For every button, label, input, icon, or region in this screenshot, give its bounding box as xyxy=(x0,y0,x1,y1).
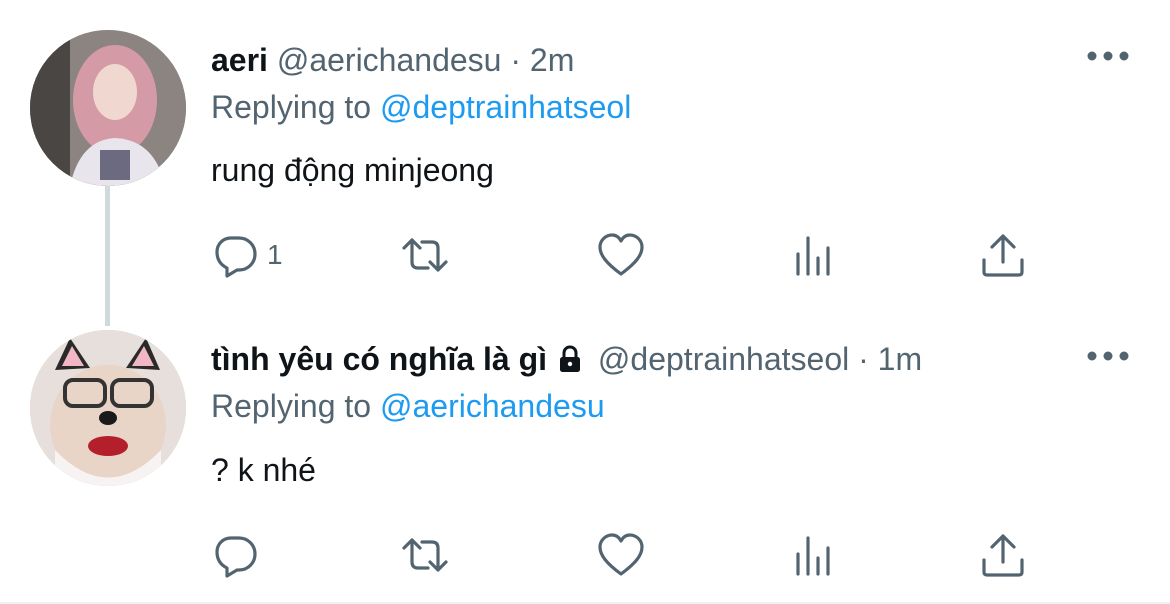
reply-button[interactable] xyxy=(211,530,267,580)
share-icon xyxy=(982,534,1024,577)
tweet-actions xyxy=(211,530,1051,580)
tweet-header: tình yêu có nghĩa là gì @deptrainhatseol… xyxy=(211,339,922,379)
views-button[interactable] xyxy=(788,530,838,580)
avatar[interactable] xyxy=(30,30,186,186)
retweet-button[interactable] xyxy=(400,530,450,580)
share-button[interactable] xyxy=(978,530,1028,580)
replying-to-label: Replying to xyxy=(211,89,372,125)
tweet-header: aeri @aerichandesu · 2m xyxy=(211,40,574,80)
mention-link[interactable]: @aerichandesu xyxy=(380,388,605,424)
separator-dot: · xyxy=(510,42,521,78)
separator-dot: · xyxy=(858,341,869,377)
like-button[interactable] xyxy=(596,230,646,280)
user-handle[interactable]: @deptrainhatseol xyxy=(598,341,849,377)
replying-to-line: Replying to @aerichandesu xyxy=(211,386,605,426)
reply-icon xyxy=(215,236,257,278)
timestamp[interactable]: 2m xyxy=(530,42,574,78)
views-icon xyxy=(796,536,830,576)
display-name[interactable]: aeri xyxy=(211,42,268,78)
reply-icon xyxy=(215,536,257,578)
tweet-actions: 1 xyxy=(211,230,1051,280)
user-handle[interactable]: @aerichandesu xyxy=(277,42,502,78)
avatar[interactable] xyxy=(30,330,186,486)
views-button[interactable] xyxy=(788,230,838,280)
reply-count: 1 xyxy=(267,239,283,270)
display-name[interactable]: tình yêu có nghĩa là gì xyxy=(211,341,547,377)
avatar-photo-icon xyxy=(30,30,186,186)
timestamp[interactable]: 1m xyxy=(878,341,922,377)
share-icon xyxy=(982,234,1024,277)
tweet-text: ? k nhé xyxy=(211,452,316,488)
tweet[interactable]: aeri @aerichandesu · 2m Replying to @dep… xyxy=(0,0,1170,300)
mention-link[interactable]: @deptrainhatseol xyxy=(380,89,631,125)
heart-icon xyxy=(598,533,644,576)
like-button[interactable] xyxy=(596,530,646,580)
replying-to-label: Replying to xyxy=(211,388,372,424)
retweet-icon xyxy=(402,238,448,272)
share-button[interactable] xyxy=(978,230,1028,280)
reply-button[interactable]: 1 xyxy=(211,230,283,280)
tweet-text: rung động minjeong xyxy=(211,152,494,188)
retweet-icon xyxy=(402,538,448,572)
more-icon[interactable] xyxy=(1086,46,1130,66)
lock-icon xyxy=(560,345,581,372)
views-icon xyxy=(796,236,830,276)
tweet[interactable]: tình yêu có nghĩa là gì @deptrainhatseol… xyxy=(0,300,1170,604)
heart-icon xyxy=(598,233,644,276)
avatar-photo-icon xyxy=(30,330,186,486)
retweet-button[interactable] xyxy=(400,230,450,280)
more-icon[interactable] xyxy=(1086,346,1130,366)
replying-to-line: Replying to @deptrainhatseol xyxy=(211,87,631,127)
